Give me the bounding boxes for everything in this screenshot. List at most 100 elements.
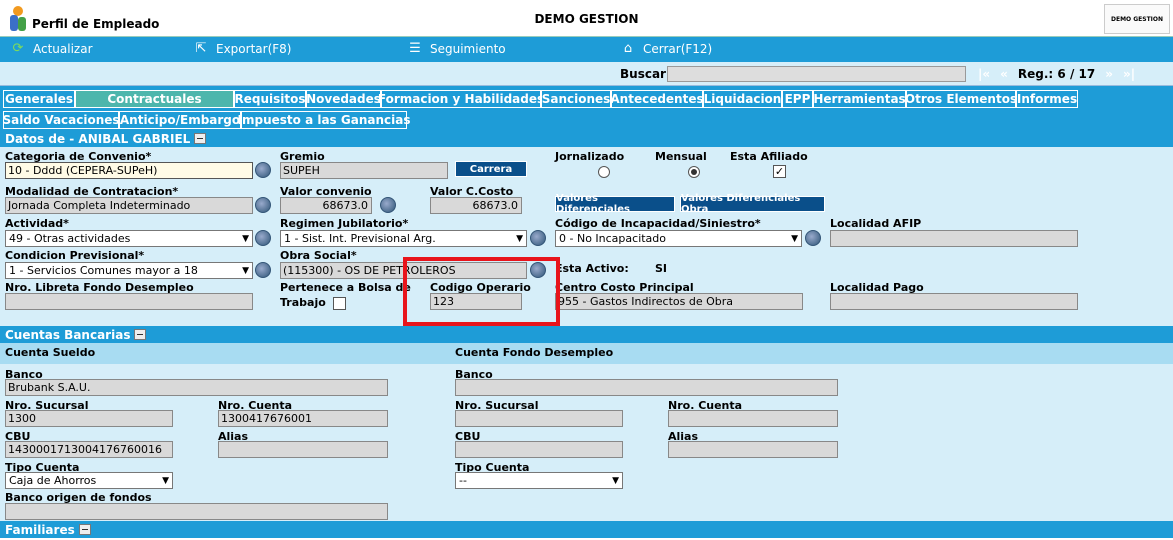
chevron-down-icon: ▼ [242,233,249,244]
tab-otros-elementos[interactable]: Otros Elementos [905,90,1017,108]
cuentas-title: Cuentas Bancarias [5,327,131,342]
tab-novedades[interactable]: Novedades [306,90,381,108]
incapacidad-label: Código de Incapacidad/Siniestro* [555,217,761,230]
valores-diferenciales-button[interactable]: Valores Diferenciales [555,193,675,215]
alias-fondo-field[interactable] [668,441,838,458]
mensual-radio[interactable] [688,166,700,178]
search-label: Buscar [620,67,666,81]
seguimiento-button[interactable]: ☰ Seguimiento [404,41,506,57]
tab-herramientas[interactable]: Herramientas [813,90,906,108]
globe-icon[interactable] [255,162,271,178]
valor-convenio-field[interactable]: 68673.0 [280,197,372,214]
banco-fondo-field[interactable] [455,379,838,396]
chevron-down-icon: ▼ [612,475,619,486]
cuenta-field[interactable]: 1300417676001 [218,410,388,427]
familiares-section-header: Familiares [0,521,1173,538]
collapse-icon[interactable] [194,133,207,144]
collapse-icon[interactable] [134,329,147,340]
seguimiento-label: Seguimiento [430,42,506,56]
tipo-cuenta-fondo-value: -- [459,474,467,487]
familiares-title: Familiares [5,522,75,537]
search-input[interactable] [667,66,966,82]
regimen-value: 1 - Sist. Int. Previsional Arg. [284,232,436,245]
gremio-field[interactable]: SUPEH [280,162,448,179]
incapacidad-select[interactable]: 0 - No Incapacitado ▼ [555,230,802,247]
banco-origen-field[interactable] [5,503,388,520]
globe-icon[interactable] [530,230,546,246]
bolsa-checkbox[interactable] [333,297,346,310]
company-name: DEMO GESTION [534,12,639,26]
header-bar: Perfil de Empleado DEMO GESTION DEMO GES… [0,0,1173,37]
cerrar-button[interactable]: ⌂ Cerrar(F12) [617,41,712,57]
chevron-down-icon: ▼ [162,475,169,486]
activo-value: SI [655,262,668,275]
tipo-cuenta-select[interactable]: Caja de Ahorros ▼ [5,472,173,489]
sucursal-field[interactable]: 1300 [5,410,173,427]
globe-icon[interactable] [255,262,271,278]
actualizar-button[interactable]: ⟳ Actualizar [7,41,93,57]
localidad-afip-label: Localidad AFIP [830,217,922,230]
valor-costo-field[interactable]: 68673.0 [430,197,522,214]
tab-antecedentes[interactable]: Antecedentes [610,90,704,108]
valores-diferenciales-obra-button[interactable]: Valores Diferenciales Obra [680,193,825,215]
jornalizado-radio[interactable] [598,166,610,178]
last-record-button[interactable]: »| [1123,67,1135,81]
afiliado-label: Esta Afiliado [730,150,808,163]
tab-generales[interactable]: Generales [3,90,75,108]
condicion-label: Condicion Previsional* [5,249,145,262]
cbu-fondo-field[interactable] [455,441,623,458]
condicion-value: 1 - Servicios Comunes mayor a 18 [9,264,198,277]
carrera-button[interactable]: Carrera [455,161,527,177]
collapse-icon[interactable] [78,524,91,535]
centro-costo-field[interactable]: 955 - Gastos Indirectos de Obra [555,293,803,310]
cuenta-fondo-field[interactable] [668,410,838,427]
tab-impuesto-ganancias[interactable]: Impuesto a las Ganancias [238,111,410,129]
globe-icon[interactable] [255,197,271,213]
toolbar: ⟳ Actualizar ⇱ Exportar(F8) ☰ Seguimient… [0,37,1173,62]
localidad-pago-field[interactable] [830,293,1078,310]
tab-requisitos[interactable]: Requisitos [234,90,306,108]
tab-epp[interactable]: EPP [782,90,813,108]
sucursal-fondo-field[interactable] [455,410,623,427]
globe-icon[interactable] [380,197,396,213]
categoria-field[interactable]: 10 - Dddd (CEPERA-SUPeH) [5,162,253,179]
prev-record-button[interactable]: « [1000,67,1008,81]
globe-icon[interactable] [255,230,271,246]
chevron-down-icon: ▼ [516,233,523,244]
jornalizado-label: Jornalizado [555,150,625,163]
banco-field[interactable]: Brubank S.A.U. [5,379,388,396]
door-icon: ⌂ [623,41,633,56]
actividad-select[interactable]: 49 - Otras actividades ▼ [5,230,253,247]
modalidad-field[interactable]: Jornada Completa Indeterminado [5,197,253,214]
alias-field[interactable] [218,441,388,458]
next-record-button[interactable]: » [1105,67,1113,81]
search-bar: Buscar |« « Reg.: 6 / 17 » »| [0,62,1173,86]
regimen-select[interactable]: 1 - Sist. Int. Previsional Arg. ▼ [280,230,527,247]
tab-liquidacion[interactable]: Liquidacion [703,90,782,108]
obra-social-label: Obra Social* [280,249,357,262]
datos-panel: Categoria de Convenio* 10 - Dddd (CEPERA… [0,147,1173,327]
tab-formacion[interactable]: Formacion y Habilidades [378,90,544,108]
tab-sanciones[interactable]: Sanciones [541,90,611,108]
first-record-button[interactable]: |« [978,67,990,81]
chevron-down-icon: ▼ [242,265,249,276]
tab-informes[interactable]: Informes [1016,90,1078,108]
cuenta-fondo-title: Cuenta Fondo Desempleo [455,346,614,359]
datos-section-header: Datos de - ANIBAL GABRIEL [0,130,1173,147]
cbu-field[interactable]: 1430001713004176760016 [5,441,173,458]
globe-icon[interactable] [805,230,821,246]
tab-anticipo-embargo[interactable]: Anticipo/Embargo [119,111,241,129]
tab-saldo-vacaciones[interactable]: Saldo Vacaciones [2,111,120,129]
bolsa-label: Pertenece a Bolsa de [280,281,411,294]
datos-title: Datos de - ANIBAL GABRIEL [5,131,191,146]
tab-contractuales[interactable]: Contractuales [75,90,234,108]
condicion-select[interactable]: 1 - Servicios Comunes mayor a 18 ▼ [5,262,253,279]
stack-icon: ☰ [409,41,421,56]
tipo-cuenta-fondo-select[interactable]: -- ▼ [455,472,623,489]
exportar-button[interactable]: ⇱ Exportar(F8) [190,41,292,57]
libreta-field[interactable] [5,293,253,310]
highlight-box [403,257,560,326]
incapacidad-value: 0 - No Incapacitado [559,232,667,245]
afiliado-checkbox[interactable]: ✓ [773,165,786,178]
localidad-afip-field[interactable] [830,230,1078,247]
